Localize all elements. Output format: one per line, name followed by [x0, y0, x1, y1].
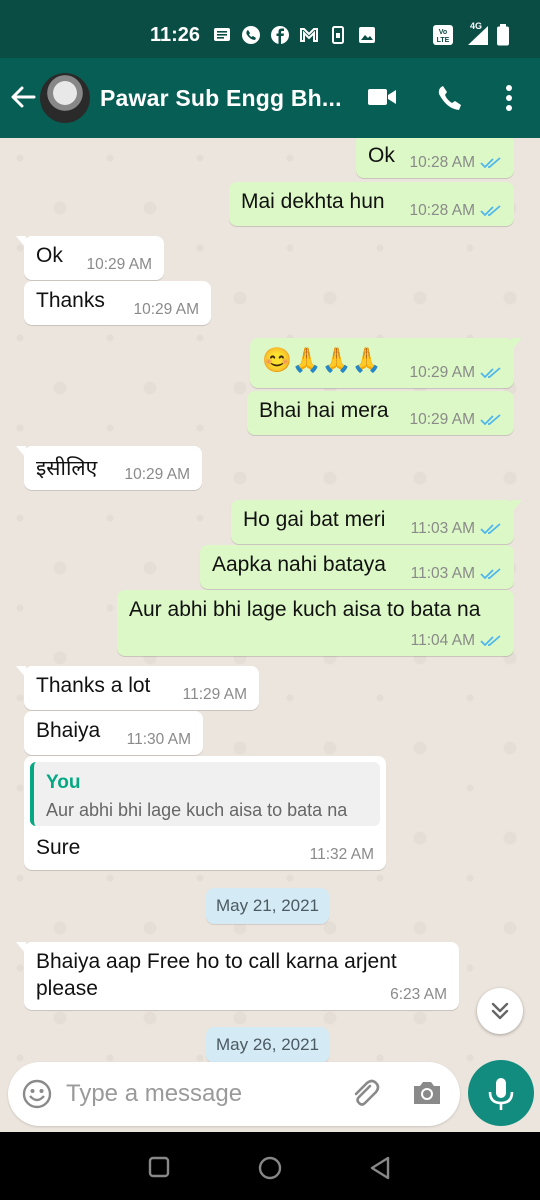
- message-time: 11:32 AM: [309, 846, 374, 863]
- scroll-to-bottom-button[interactable]: [477, 988, 523, 1034]
- back-icon[interactable]: [368, 1156, 392, 1180]
- read-tick-icon: [480, 414, 501, 426]
- message-text: 😊🙏🙏🙏: [262, 347, 382, 374]
- message-time: 10:29 AM: [409, 411, 476, 428]
- message-outgoing[interactable]: Aapka nahi bataya 11:03 AM: [200, 545, 514, 589]
- home-icon[interactable]: [258, 1156, 282, 1180]
- message-outgoing[interactable]: Bhai hai mera 10:29 AM: [247, 391, 514, 435]
- call-icon: [242, 26, 260, 44]
- recents-icon[interactable]: [148, 1156, 170, 1178]
- message-outgoing[interactable]: Ho gai bat meri 11:03 AM: [231, 500, 522, 544]
- message-text: Ok: [368, 144, 395, 167]
- message-time: 11:29 AM: [182, 686, 247, 703]
- message-incoming[interactable]: Ok 10:29 AM: [16, 236, 164, 280]
- message-text: Mai dekhta hun: [241, 190, 385, 213]
- contact-avatar[interactable]: [40, 73, 90, 123]
- message-text: इसीलिए: [36, 457, 98, 480]
- message-incoming[interactable]: Bhaiya 11:30 AM: [24, 711, 203, 755]
- read-tick-icon: [480, 205, 501, 217]
- message-text: Thanks a lot: [36, 674, 151, 697]
- video-call-icon[interactable]: [366, 84, 398, 110]
- message-time: 11:03 AM: [410, 520, 475, 537]
- date-chip: May 26, 2021: [206, 1027, 330, 1063]
- message-time: 6:23 AM: [390, 986, 447, 1003]
- microphone-icon: [488, 1078, 514, 1110]
- message-incoming[interactable]: Bhaiya aap Free ho to call karna arjent …: [16, 942, 459, 1010]
- svg-text:LTE: LTE: [437, 37, 450, 44]
- back-arrow-icon[interactable]: [8, 82, 38, 112]
- message-text: Ok: [36, 244, 63, 267]
- read-tick-icon: [480, 367, 501, 379]
- message-text: Bhai hai mera: [259, 399, 389, 422]
- voice-call-icon[interactable]: [436, 84, 464, 112]
- message-time: 11:03 AM: [410, 565, 475, 582]
- message-incoming[interactable]: इसीलिए 10:29 AM: [16, 446, 202, 490]
- read-tick-icon: [480, 568, 501, 580]
- message-time: 10:29 AM: [124, 466, 191, 483]
- quoted-text: Aur abhi bhi lage kuch aisa to bata na: [46, 800, 348, 820]
- system-navigation-bar: [0, 1132, 540, 1200]
- message-outgoing[interactable]: Ok 10:28 AM: [356, 138, 514, 178]
- message-time: 10:28 AM: [409, 202, 476, 219]
- message-incoming-reply[interactable]: You Aur abhi bhi lage kuch aisa to bata …: [24, 756, 386, 870]
- message-time: 11:04 AM: [410, 632, 475, 649]
- attach-icon[interactable]: [348, 1077, 382, 1111]
- sim-icon: [332, 26, 344, 44]
- read-tick-icon: [480, 523, 501, 535]
- message-incoming[interactable]: Thanks a lot 11:29 AM: [16, 666, 259, 710]
- status-time: 11:26: [150, 24, 201, 46]
- message-text: Aur abhi bhi lage kuch aisa to bata na: [129, 598, 481, 621]
- 4g-signal-icon: 4G: [460, 21, 490, 46]
- read-tick-icon: [480, 635, 501, 647]
- camera-icon[interactable]: [411, 1078, 443, 1108]
- message-text-line1: Bhaiya aap Free ho to call karna arjent: [36, 950, 397, 973]
- message-outgoing[interactable]: Mai dekhta hun 10:28 AM: [229, 182, 514, 226]
- status-bar: 11:26 Vo LTE 4G: [0, 0, 540, 58]
- message-text: Aapka nahi bataya: [212, 553, 386, 576]
- more-options-icon[interactable]: [500, 84, 518, 112]
- emoji-icon[interactable]: [22, 1079, 52, 1109]
- message-time: 10:29 AM: [86, 256, 153, 273]
- message-text: Sure: [36, 836, 81, 859]
- message-input[interactable]: [66, 1076, 336, 1112]
- facebook-icon: [271, 26, 289, 44]
- svg-text:Vo: Vo: [439, 29, 447, 36]
- message-text: Bhaiya: [36, 719, 101, 742]
- message-outgoing[interactable]: Aur abhi bhi lage kuch aisa to bata na 1…: [117, 590, 514, 656]
- gallery-icon: [359, 27, 375, 43]
- battery-icon: [497, 24, 509, 46]
- message-time: 10:28 AM: [409, 154, 476, 171]
- message-time: 11:30 AM: [126, 731, 191, 748]
- message-text: Ho gai bat meri: [243, 508, 386, 531]
- sms-icon: [214, 28, 230, 41]
- quoted-message[interactable]: You Aur abhi bhi lage kuch aisa to bata …: [30, 762, 380, 826]
- read-tick-icon: [480, 157, 501, 169]
- message-text: Thanks: [36, 289, 105, 312]
- double-chevron-down-icon: [491, 1002, 509, 1020]
- message-time: 10:29 AM: [409, 364, 476, 381]
- contact-name[interactable]: Pawar Sub Engg Bh...: [100, 85, 342, 112]
- chat-header: Pawar Sub Engg Bh...: [0, 58, 540, 138]
- volte-icon: VoLTE: [433, 25, 453, 45]
- message-time: 10:29 AM: [133, 301, 200, 318]
- date-chip: May 21, 2021: [206, 888, 330, 924]
- message-input-bar: [8, 1062, 460, 1126]
- chat-area[interactable]: Ok 10:28 AM Mai dekhta hun 10:28 AM Ok 1…: [0, 138, 540, 1132]
- message-incoming[interactable]: Thanks 10:29 AM: [24, 281, 211, 325]
- message-text-line2: please: [36, 977, 98, 1000]
- mic-button[interactable]: [468, 1060, 534, 1126]
- quoted-author: You: [46, 772, 81, 793]
- message-outgoing[interactable]: 😊🙏🙏🙏 10:29 AM: [250, 338, 522, 388]
- gmail-icon: [300, 28, 318, 42]
